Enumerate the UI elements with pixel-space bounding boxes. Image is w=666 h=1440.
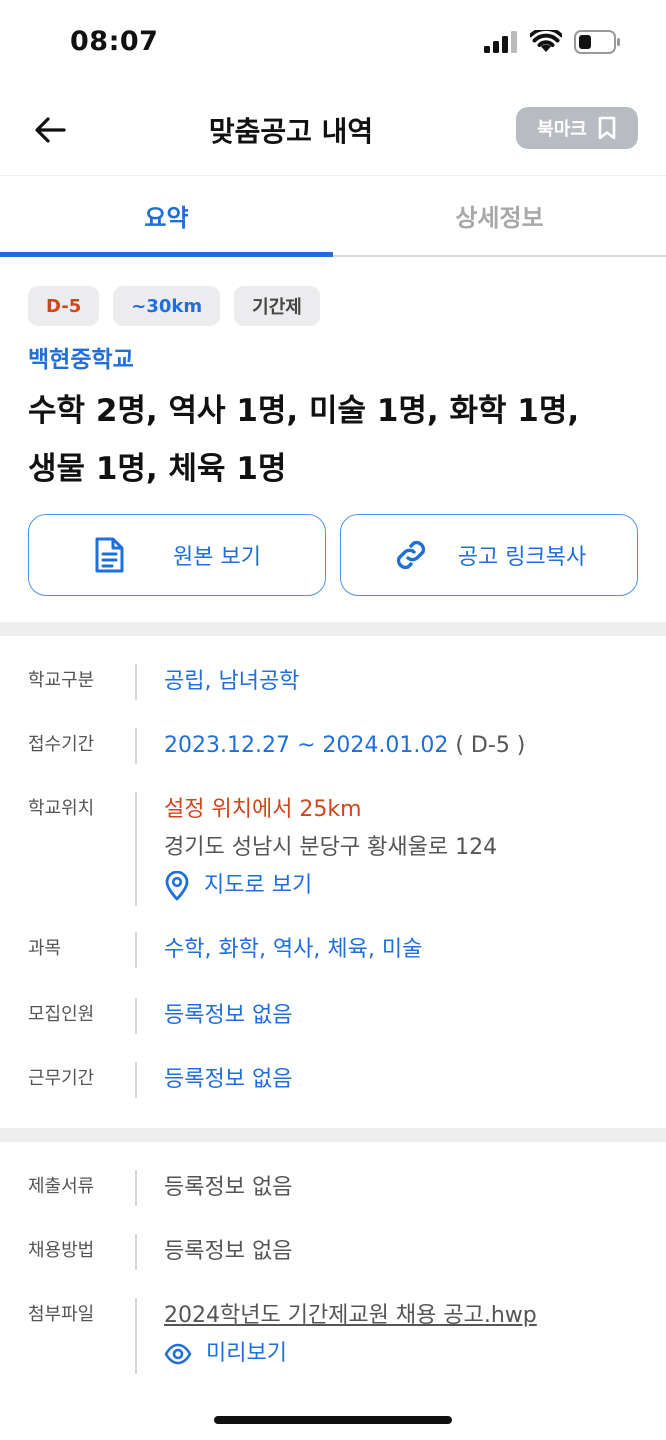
signal-icon [484, 31, 517, 53]
preview-link[interactable]: 미리보기 [164, 1336, 537, 1372]
view-original-label: 원본 보기 [173, 545, 261, 570]
info-label: 접수기간 [28, 734, 95, 755]
info-row-work-period: 근무기간 등록정보 없음 [0, 1062, 666, 1098]
posting-title: 수학 2명, 역사 1명, 미술 1명, 화학 1명, 생물 1명, 체육 1명 [28, 382, 638, 498]
distance-chip: ~30km [113, 286, 221, 326]
info-row-attachment: 첨부파일 2024학년도 기간제교원 채용 공고.hwp 미리보기 [0, 1298, 666, 1374]
bookmark-icon [598, 116, 616, 140]
nav-bar: 맞춤공고 내역 북마크 [0, 88, 666, 174]
row-separator [135, 1234, 137, 1270]
attachment-value: 2024학년도 기간제교원 채용 공고.hwp 미리보기 [135, 1298, 537, 1372]
dday-chip: D-5 [28, 286, 100, 326]
school-type-value: 공립, 남녀공학 [164, 669, 300, 694]
row-separator [135, 998, 137, 1034]
row-separator [135, 1170, 137, 1206]
bookmark-button[interactable]: 북마크 [516, 107, 638, 149]
status-bar: 08:07 [0, 0, 666, 88]
row-separator [135, 932, 137, 968]
location-pin-icon [165, 871, 189, 901]
info-label: 학교위치 [28, 798, 95, 819]
row-separator [135, 1062, 137, 1098]
row-separator [135, 664, 137, 700]
page-title: 맞춤공고 내역 [208, 115, 374, 148]
work-period-value: 등록정보 없음 [164, 1067, 293, 1092]
row-separator [135, 1298, 137, 1374]
home-indicator [214, 1416, 452, 1424]
tab-summary[interactable]: 요약 [0, 176, 333, 257]
section-divider [0, 1128, 666, 1142]
info-label: 학교구분 [28, 670, 95, 691]
info-row-recruit-count: 모집인원 등록정보 없음 [0, 998, 666, 1034]
info-row-application-period: 접수기간 2023.12.27 ~ 2024.01.02 ( D-5 ) [0, 728, 666, 764]
posting-title-line2: 생물 1명, 체육 1명 [28, 451, 287, 487]
copy-link-button[interactable]: 공고 링크복사 [340, 514, 638, 596]
tab-details[interactable]: 상세정보 [333, 176, 666, 255]
application-period-dates: 2023.12.27 ~ 2024.01.02 [164, 733, 449, 758]
location-distance: 설정 위치에서 25km [164, 797, 362, 822]
employment-type-chip: 기간제 [234, 286, 320, 326]
wifi-icon [530, 30, 562, 52]
map-link-label: 지도로 보기 [204, 873, 313, 898]
documents-value: 등록정보 없음 [164, 1175, 293, 1200]
info-row-subjects: 과목 수학, 화학, 역사, 체육, 미술 [0, 932, 666, 968]
info-label: 모집인원 [28, 1004, 95, 1025]
info-row-documents: 제출서류 등록정보 없음 [0, 1170, 666, 1206]
bookmark-label: 북마크 [537, 119, 587, 140]
application-period-value: 2023.12.27 ~ 2024.01.02 ( D-5 ) [135, 728, 525, 764]
map-link[interactable]: 지도로 보기 [164, 868, 497, 904]
recruit-count-value: 등록정보 없음 [164, 1003, 293, 1028]
application-period-dday: ( D-5 ) [455, 733, 526, 758]
info-row-hiring-method: 채용방법 등록정보 없음 [0, 1234, 666, 1270]
document-icon [95, 537, 124, 573]
view-original-button[interactable]: 원본 보기 [28, 514, 326, 596]
action-row: 원본 보기 공고 링크복사 [28, 514, 638, 596]
documents-section: 제출서류 등록정보 없음 채용방법 등록정보 없음 첨부파일 2024학년도 기… [0, 1142, 666, 1402]
info-row-school-type: 학교구분 공립, 남녀공학 [0, 664, 666, 700]
info-section: 학교구분 공립, 남녀공학 접수기간 2023.12.27 ~ 2024.01.… [0, 636, 666, 1128]
info-label: 채용방법 [28, 1240, 95, 1261]
tab-bar: 요약 상세정보 [0, 175, 666, 257]
location-address: 경기도 성남시 분당구 황새울로 124 [164, 835, 498, 860]
status-icons [484, 30, 622, 54]
preview-label: 미리보기 [206, 1341, 287, 1366]
copy-link-label: 공고 링크복사 [457, 545, 587, 570]
info-label: 근무기간 [28, 1068, 95, 1089]
hiring-method-value: 등록정보 없음 [164, 1239, 293, 1264]
link-icon [396, 540, 425, 570]
posting-title-line1: 수학 2명, 역사 1명, 미술 1명, 화학 1명, [28, 393, 580, 429]
subjects-value: 수학, 화학, 역사, 체육, 미술 [164, 937, 423, 962]
info-row-location: 학교위치 설정 위치에서 25km 경기도 성남시 분당구 황새울로 124 지… [0, 792, 666, 906]
location-value: 설정 위치에서 25km 경기도 성남시 분당구 황새울로 124 지도로 보기 [135, 792, 497, 904]
status-time: 08:07 [70, 26, 159, 57]
chip-list: D-5 ~30km 기간제 [28, 286, 638, 326]
info-label: 과목 [28, 938, 62, 959]
info-label: 제출서류 [28, 1176, 95, 1197]
school-name: 백현중학교 [28, 347, 134, 373]
eye-icon [164, 1343, 192, 1365]
attachment-file-link[interactable]: 2024학년도 기간제교원 채용 공고.hwp [164, 1298, 537, 1334]
section-divider [0, 622, 666, 636]
row-separator [135, 728, 137, 764]
row-separator [135, 792, 137, 906]
info-label: 첨부파일 [28, 1304, 95, 1325]
summary-section: D-5 ~30km 기간제 백현중학교 수학 2명, 역사 1명, 미술 1명,… [0, 258, 666, 622]
battery-icon [574, 30, 620, 54]
